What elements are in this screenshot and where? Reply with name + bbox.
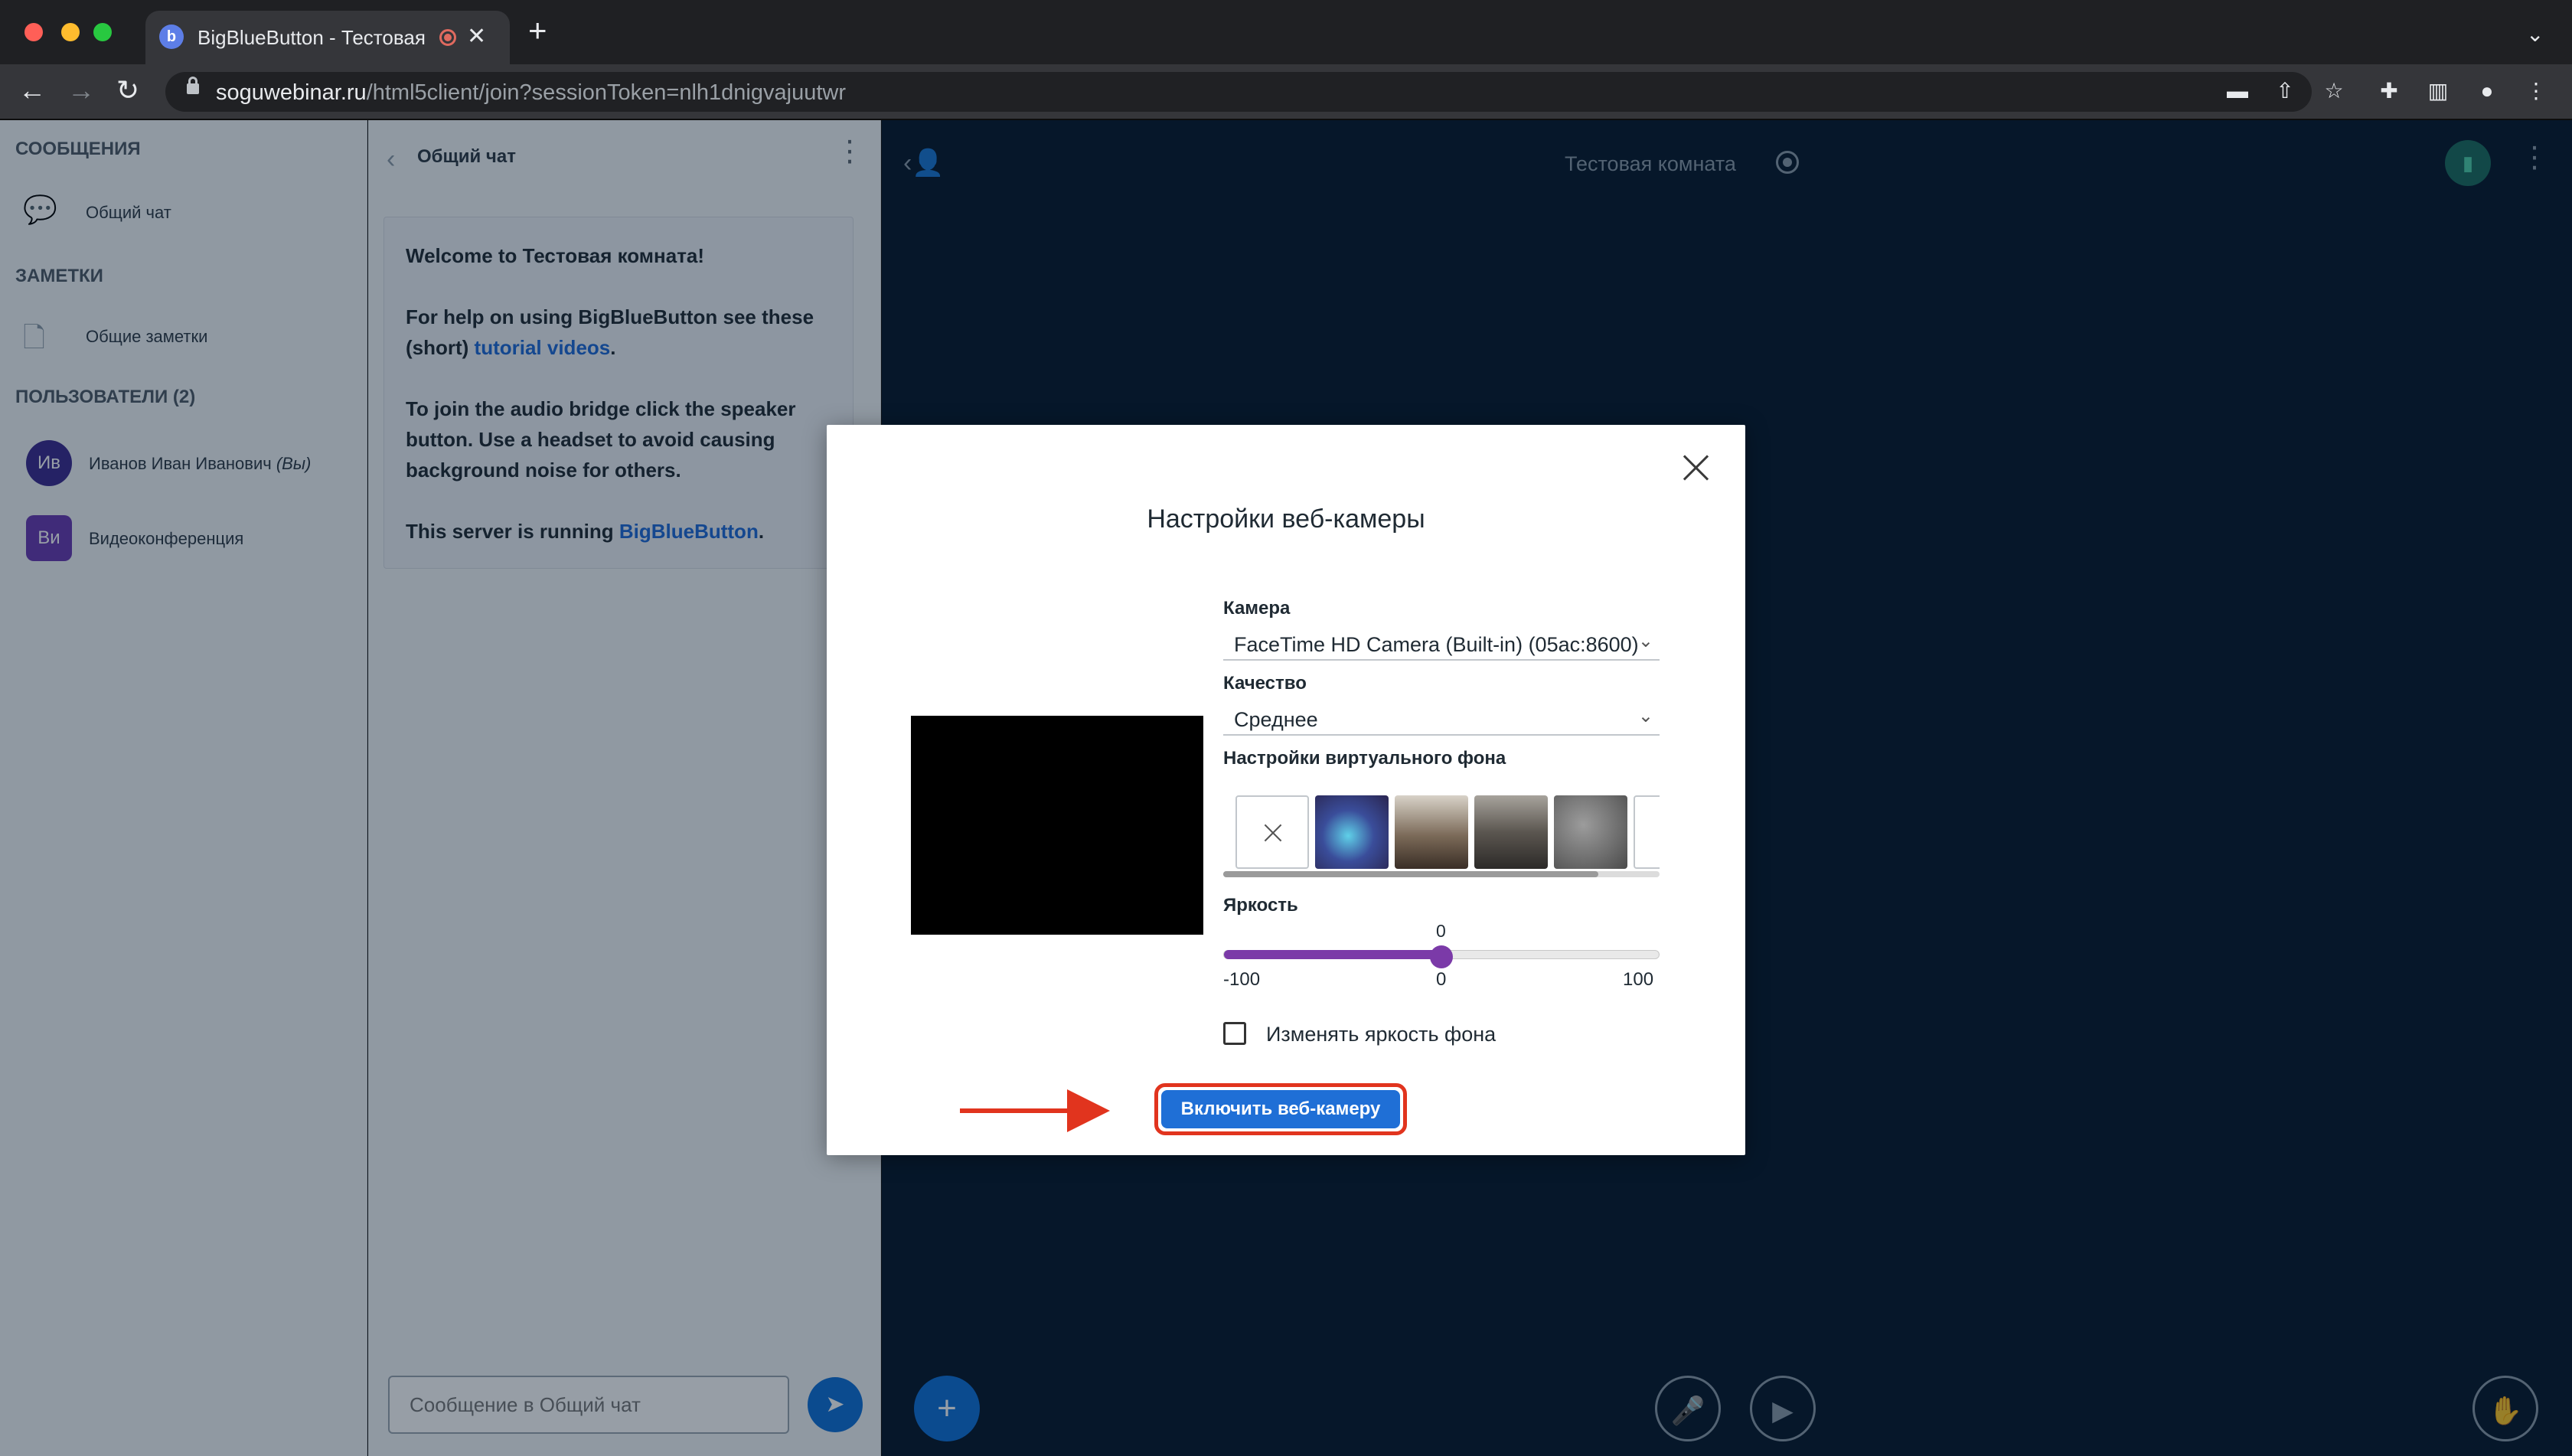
bg-list-scrollbar[interactable] [1223, 871, 1660, 877]
camera-select-value: FaceTime HD Camera (Built-in) (05ac:8600… [1234, 633, 1639, 656]
annotation-arrow-head [1067, 1089, 1110, 1132]
side-panel-icon[interactable]: ▥ [2425, 78, 2451, 104]
annotation-arrow [960, 1108, 1075, 1113]
quality-select-value: Среднее [1234, 708, 1318, 731]
brightness-max-label: 100 [1623, 969, 1654, 990]
brightness-slider-fill [1224, 950, 1442, 959]
virtual-bg-label: Настройки виртуального фона [1223, 748, 1506, 769]
chrome-menu-icon[interactable]: ⋮ [2523, 78, 2549, 104]
browser-tab[interactable]: b BigBlueButton - Тестовая к ✕ [145, 11, 510, 64]
quality-select[interactable]: Среднее ⌄ [1223, 702, 1660, 736]
profile-icon[interactable]: ● [2474, 78, 2500, 104]
back-icon[interactable]: ← [18, 73, 46, 107]
quality-label: Качество [1223, 673, 1307, 694]
recording-indicator-icon [439, 29, 456, 46]
chevron-down-icon: ⌄ [1637, 631, 1653, 651]
tab-title: BigBlueButton - Тестовая к [197, 26, 427, 49]
forward-icon[interactable]: → [67, 73, 95, 107]
virtual-bg-list [1223, 785, 1660, 870]
browser-toolbar: ← → ↻ soguwebinar.ru/html5client/join?se… [0, 64, 2572, 119]
bg-option-blur-light[interactable] [1315, 795, 1389, 869]
share-icon[interactable]: ⇧ [2272, 78, 2298, 104]
enable-webcam-button[interactable]: Включить веб-камеру [1161, 1090, 1400, 1128]
webcam-preview [911, 716, 1203, 935]
bg-option-office[interactable] [1474, 795, 1548, 869]
enable-webcam-button-highlight: Включить веб-камеру [1154, 1083, 1407, 1135]
brightness-min-label: -100 [1223, 969, 1261, 990]
bbb-favicon-icon: b [159, 24, 184, 49]
modal-title: Настройки веб-камеры [1147, 504, 1425, 534]
camera-in-use-icon[interactable]: ▬ [2224, 78, 2250, 104]
brightness-label: Яркость [1223, 895, 1298, 916]
reload-icon[interactable]: ↻ [116, 73, 139, 107]
close-icon[interactable] [1681, 452, 1712, 483]
brightness-mid-label: 0 [1436, 969, 1447, 990]
webcam-settings-modal: Настройки веб-камеры Камера FaceTime HD … [827, 425, 1745, 1155]
bg-option-texture[interactable] [1554, 795, 1627, 869]
camera-select[interactable]: FaceTime HD Camera (Built-in) (05ac:8600… [1223, 627, 1660, 661]
bg-option-more[interactable] [1634, 795, 1660, 869]
lock-icon [187, 77, 199, 94]
maximize-window-button[interactable] [93, 23, 112, 41]
extensions-icon[interactable]: ✚ [2376, 78, 2402, 104]
chevron-down-icon: ⌄ [1637, 706, 1653, 726]
address-bar[interactable]: soguwebinar.ru/html5client/join?sessionT… [165, 72, 2344, 112]
minimize-window-button[interactable] [61, 23, 80, 41]
background-brightness-label: Изменять яркость фона [1266, 1023, 1497, 1046]
tab-close-icon[interactable]: ✕ [467, 23, 486, 50]
bookmark-star-icon[interactable]: ☆ [2321, 78, 2347, 104]
scrollbar-thumb[interactable] [1223, 871, 1598, 877]
browser-titlebar: b BigBlueButton - Тестовая к ✕ + ⌄ [0, 0, 2572, 64]
background-brightness-checkbox[interactable] [1223, 1022, 1246, 1045]
tab-search-chevron-icon[interactable]: ⌄ [2526, 21, 2544, 47]
no-background-option[interactable] [1235, 795, 1309, 869]
close-window-button[interactable] [24, 23, 43, 41]
bg-option-room[interactable] [1395, 795, 1468, 869]
camera-label: Камера [1223, 598, 1291, 619]
brightness-current-value: 0 [1436, 921, 1446, 941]
brightness-slider-handle[interactable] [1430, 945, 1453, 968]
url-text[interactable]: soguwebinar.ru/html5client/join?sessionT… [216, 80, 846, 106]
new-tab-button[interactable]: + [528, 15, 547, 47]
